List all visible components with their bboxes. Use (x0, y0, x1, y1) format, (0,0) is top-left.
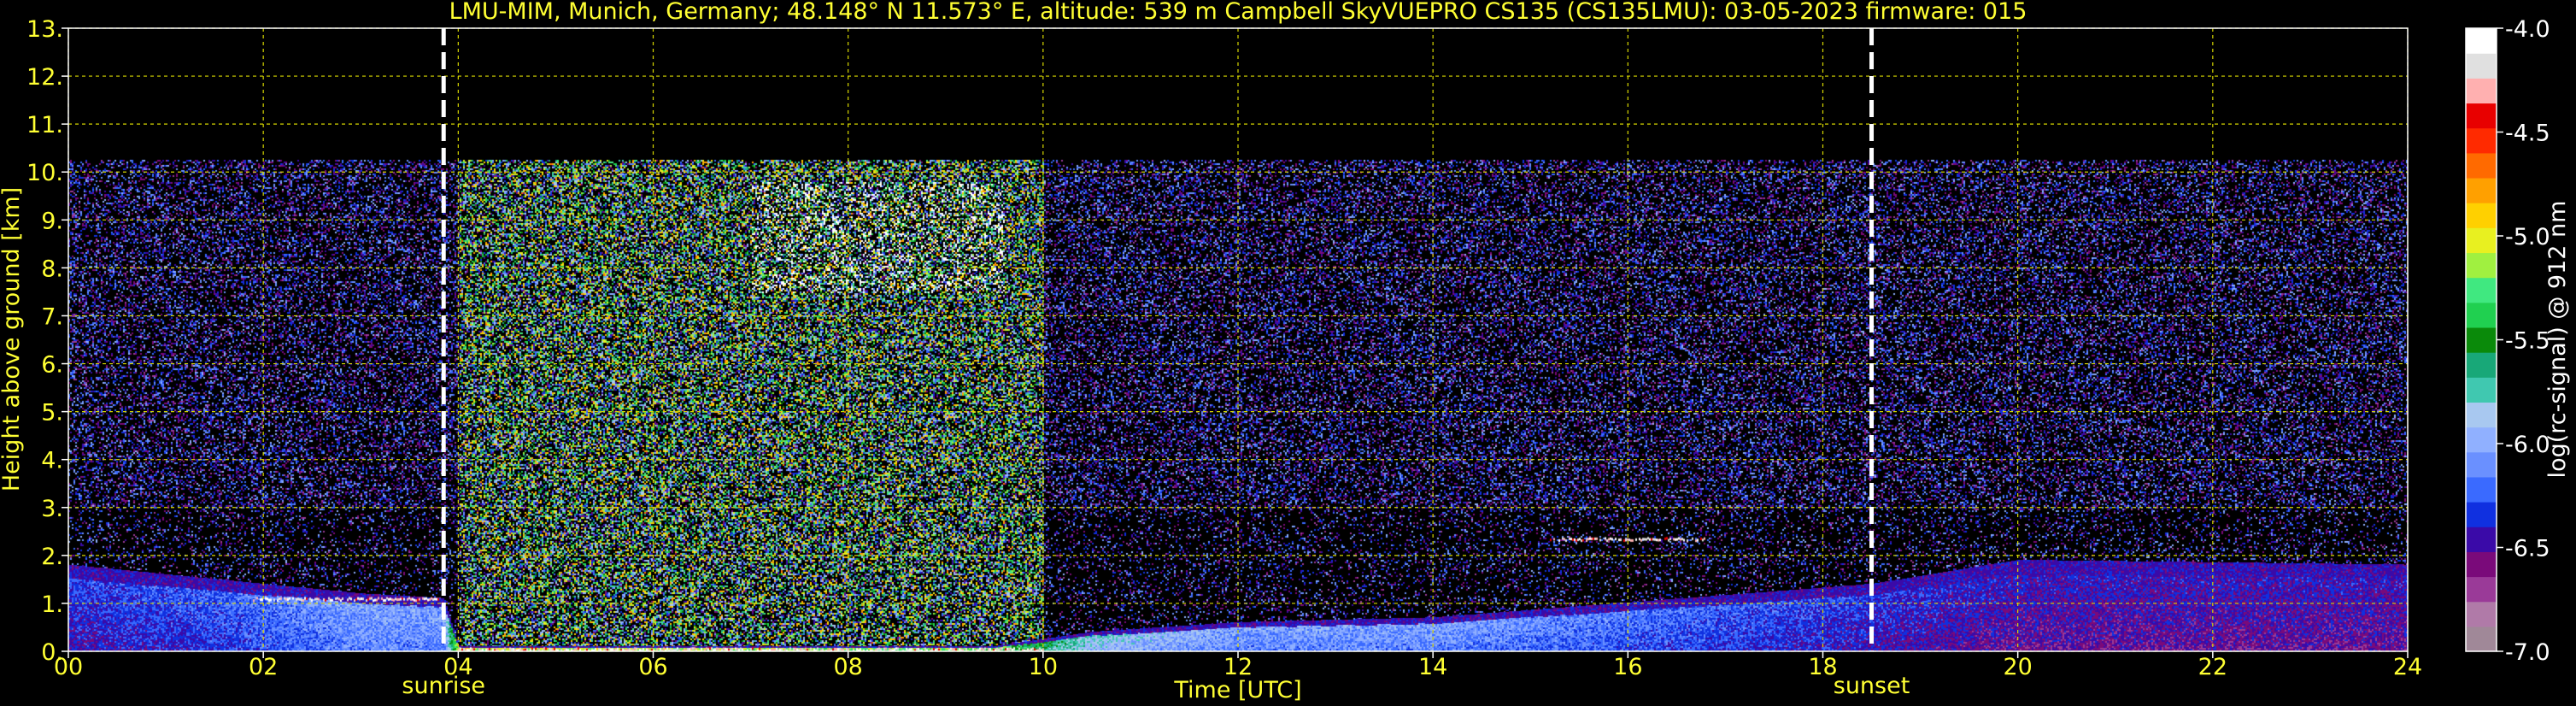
y-tick-label: 6. (41, 352, 63, 379)
x-tick-label: 10 (1029, 654, 1058, 680)
y-tick-label: 10. (26, 160, 63, 186)
colorbar-swatch (2466, 601, 2497, 627)
x-tick-label: 18 (1808, 654, 1837, 680)
y-tick-label: 3. (41, 496, 63, 522)
x-tick-label: 02 (249, 654, 278, 680)
colorbar-tick-label: -4.5 (2505, 121, 2550, 147)
x-tick-label: 06 (638, 654, 667, 680)
colorbar-swatch (2466, 427, 2497, 453)
colorbar-swatch (2466, 252, 2497, 279)
marker-label-sunset: sunset (1834, 673, 1910, 699)
x-tick-label: 14 (1418, 654, 1447, 680)
colorbar-swatch (2466, 227, 2497, 254)
colorbar-swatch (2466, 177, 2497, 203)
x-axis-label: Time [UTC] (1173, 677, 1301, 703)
y-tick-label: 2. (41, 544, 63, 570)
x-tick-label: 08 (833, 654, 862, 680)
colorbar-swatch (2466, 352, 2497, 378)
colorbar-swatch (2466, 576, 2497, 603)
y-tick-label: 9. (41, 208, 63, 234)
colorbar-swatch (2466, 78, 2497, 104)
colorbar-tick-label: -4.0 (2505, 16, 2550, 43)
y-axis-label: Height above ground [km] (0, 187, 25, 491)
colorbar-swatch (2466, 28, 2497, 54)
chart-title: LMU-MIM, Munich, Germany; 48.148° N 11.5… (449, 0, 2027, 25)
colorbar-swatch (2466, 551, 2497, 578)
colorbar-swatch (2466, 127, 2497, 154)
colorbar-swatch (2466, 152, 2497, 179)
x-tick-label: 24 (2393, 654, 2422, 680)
x-tick-label: 04 (443, 654, 472, 680)
y-tick-label: 4. (41, 448, 63, 474)
y-tick-label: 0. (41, 639, 63, 666)
y-tick-label: 13. (26, 16, 63, 43)
y-tick-label: 8. (41, 256, 63, 282)
colorbar-tick-label: -5.0 (2505, 224, 2550, 250)
colorbar-swatch (2466, 626, 2497, 652)
colorbar-swatch (2466, 327, 2497, 353)
y-tick-label: 11. (26, 112, 63, 138)
colorbar-swatch (2466, 502, 2497, 527)
colorbar-tick-label: -5.5 (2505, 328, 2550, 355)
x-tick-label: 20 (2003, 654, 2032, 680)
x-tick-label: 22 (2198, 654, 2227, 680)
colorbar-tick-label: -7.0 (2505, 639, 2550, 666)
colorbar-swatch (2466, 476, 2497, 503)
y-tick-label: 5. (41, 400, 63, 427)
y-tick-label: 12. (26, 64, 63, 91)
colorbar-swatch (2466, 277, 2497, 303)
colorbar-tick-label: -6.5 (2505, 536, 2550, 562)
ceilometer-chart: LMU-MIM, Munich, Germany; 48.148° N 11.5… (0, 0, 2571, 703)
colorbar-swatch (2466, 203, 2497, 228)
colorbar-swatch (2466, 451, 2497, 478)
x-tick-label: 16 (1613, 654, 1642, 680)
y-tick-label: 1. (41, 591, 63, 618)
colorbar-swatch (2466, 377, 2497, 403)
colorbar-swatch (2466, 402, 2497, 428)
colorbar-swatch (2466, 302, 2497, 328)
colorbar: -4.0 -4.5 -5.0 -5.5 -6.0 -6.5 -7.0 log(rc-sign… (2465, 16, 2571, 666)
colorbar-tick-label: -6.0 (2505, 432, 2550, 458)
colorbar-label: log(rc-signal) @ 912 nm (2544, 201, 2571, 479)
colorbar-swatch (2466, 103, 2497, 129)
colorbar-swatch (2466, 53, 2497, 79)
y-tick-label: 7. (41, 303, 63, 330)
y-axis-ticks: 0. 1. 2. 3. 4. 5. 6. 7. 8. 9. 10. 11. 12. 13. (26, 16, 68, 666)
colorbar-swatch (2466, 527, 2497, 552)
